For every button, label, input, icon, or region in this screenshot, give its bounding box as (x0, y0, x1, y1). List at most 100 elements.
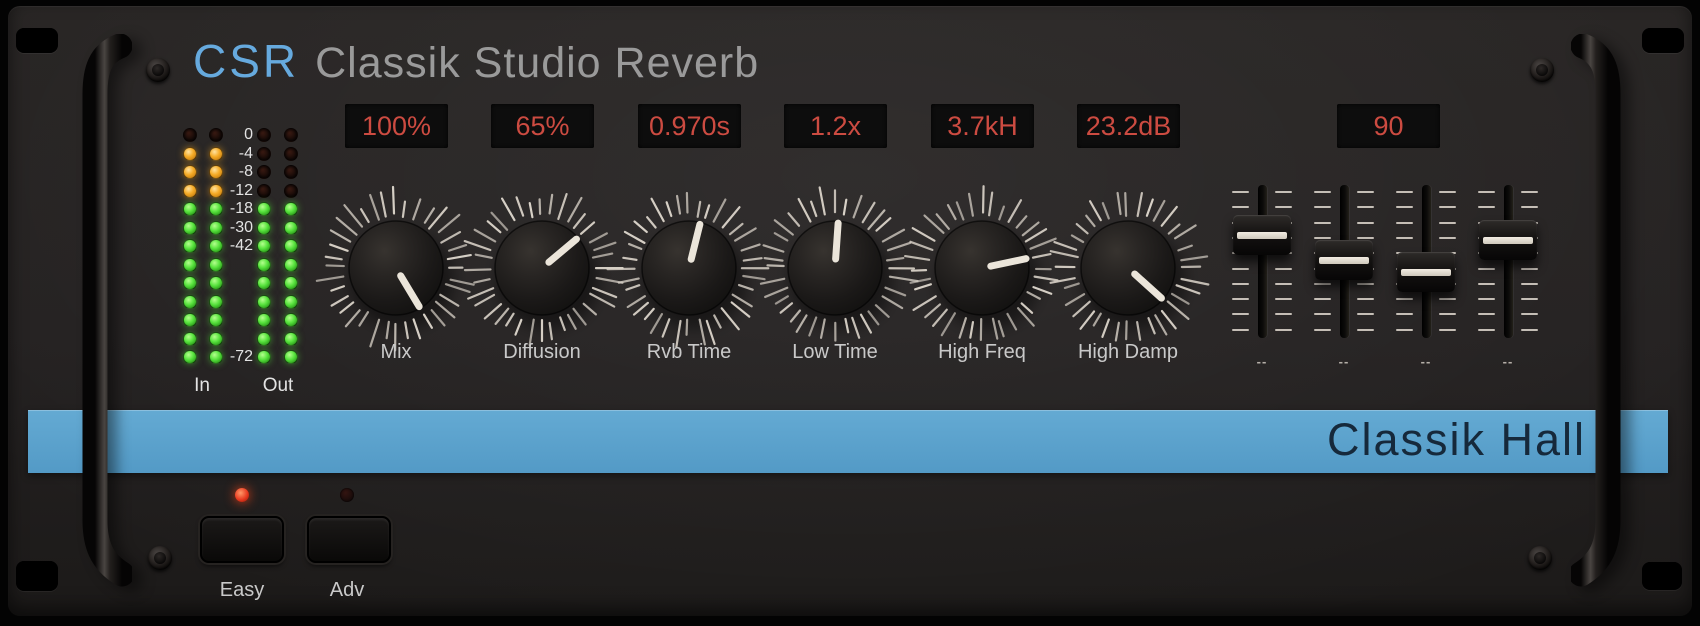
meter-led-out (257, 184, 271, 198)
meter-led-in (209, 276, 223, 290)
adv-button-label: Adv (297, 578, 397, 602)
knob-label-high-freq: High Freq (912, 340, 1052, 364)
meter-led-out (257, 147, 271, 161)
meter-scale-label: -18 (207, 200, 253, 218)
meter-led-out (257, 239, 271, 253)
fader-handle-3[interactable] (1397, 252, 1455, 292)
fader-tick (1439, 206, 1456, 208)
fader-tick (1478, 298, 1495, 300)
fader-tick (1521, 298, 1538, 300)
meter-led-out (284, 202, 298, 216)
easy-button[interactable] (200, 516, 284, 563)
meter-scale-label: 0 (207, 126, 253, 144)
fader-value-label: -- (1242, 354, 1282, 370)
meter-led-in (209, 313, 223, 327)
fader-tick (1232, 191, 1249, 193)
fader-tick (1275, 329, 1292, 331)
meter-led-in (183, 313, 197, 327)
fader-tick (1396, 329, 1413, 331)
screw (148, 546, 172, 570)
fader-value-label: -- (1324, 354, 1364, 370)
meter-scale-label: -8 (207, 163, 253, 181)
meter-scale-label: -12 (207, 182, 253, 200)
fader-track-1[interactable] (1258, 185, 1267, 338)
fader-tick (1232, 268, 1249, 270)
fader-tick (1314, 283, 1331, 285)
fader-handle-4[interactable] (1479, 220, 1537, 260)
knob-label-low-time: Low Time (765, 340, 905, 364)
display-high-damp[interactable]: 23.2dB (1077, 104, 1180, 148)
fader-tick (1232, 329, 1249, 331)
screw (1530, 58, 1554, 82)
knob-label-rvb-time: Rvb Time (619, 340, 759, 364)
fader-handle-1[interactable] (1233, 215, 1291, 255)
fader-tick (1439, 237, 1456, 239)
meter-led-out (257, 350, 271, 364)
fader-tick (1357, 283, 1374, 285)
mount-hole (16, 28, 58, 53)
fader-tick (1357, 329, 1374, 331)
meter-led-out (284, 128, 298, 142)
meter-scale-label: -30 (207, 219, 253, 237)
preset-display[interactable]: Classik Hall (28, 410, 1668, 473)
meter-led-out (257, 128, 271, 142)
meter-in-label: In (182, 375, 222, 397)
fader-tick (1275, 206, 1292, 208)
easy-button-label: Easy (192, 578, 292, 602)
display-low-time[interactable]: 1.2x (784, 104, 887, 148)
fader-tick (1357, 191, 1374, 193)
meter-led-out (257, 202, 271, 216)
plugin-window: CSR Classik Studio Reverb 0-4-8-12-18-30… (0, 0, 1700, 626)
fader-tick (1396, 298, 1413, 300)
fader-tick (1314, 222, 1331, 224)
display-faders[interactable]: 90 (1337, 104, 1440, 148)
knob-high-damp[interactable] (1040, 180, 1216, 356)
meter-led-in (183, 128, 197, 142)
fader-tick (1521, 268, 1538, 270)
fader-tick (1275, 283, 1292, 285)
meter-led-out (257, 165, 271, 179)
display-mix[interactable]: 100% (345, 104, 448, 148)
fader-tick (1439, 329, 1456, 331)
adv-button[interactable] (307, 516, 391, 563)
meter-led-out (257, 332, 271, 346)
fader-tick (1314, 329, 1331, 331)
fader-tick (1521, 206, 1538, 208)
meter-led-in (183, 332, 197, 346)
fader-tick (1521, 191, 1538, 193)
fader-handle-2[interactable] (1315, 240, 1373, 280)
fader-tick (1478, 206, 1495, 208)
fader-value-label: -- (1406, 354, 1446, 370)
fader-tick (1396, 237, 1413, 239)
meter-led-in (209, 258, 223, 272)
meter-led-out (284, 276, 298, 290)
fader-tick (1439, 222, 1456, 224)
display-rvb-time[interactable]: 0.970s (638, 104, 741, 148)
fader-tick (1521, 283, 1538, 285)
meter-led-out (284, 239, 298, 253)
meter-led-out (284, 258, 298, 272)
knob-label-mix: Mix (326, 340, 466, 364)
meter-out-label: Out (254, 375, 302, 397)
fader-tick (1396, 191, 1413, 193)
meter-led-in (209, 295, 223, 309)
meter-led-in (183, 239, 197, 253)
fader-track-4[interactable] (1504, 185, 1513, 338)
meter-led-out (284, 313, 298, 327)
meter-led-out (284, 332, 298, 346)
meter-scale-label: -72 (207, 348, 253, 366)
meter-led-out (284, 221, 298, 235)
mount-hole (1642, 28, 1684, 53)
fader-tick (1314, 191, 1331, 193)
screw (1528, 546, 1552, 570)
meter-led-in (209, 332, 223, 346)
meter-led-in (183, 221, 197, 235)
meter-led-out (284, 165, 298, 179)
meter-led-out (284, 350, 298, 364)
csr-logo: CSR (193, 34, 299, 88)
display-diffusion[interactable]: 65% (491, 104, 594, 148)
meter-scale-label: -4 (207, 145, 253, 163)
display-high-freq[interactable]: 3.7kH (931, 104, 1034, 148)
knob-label-high-damp: High Damp (1058, 340, 1198, 364)
fader-tick (1357, 298, 1374, 300)
